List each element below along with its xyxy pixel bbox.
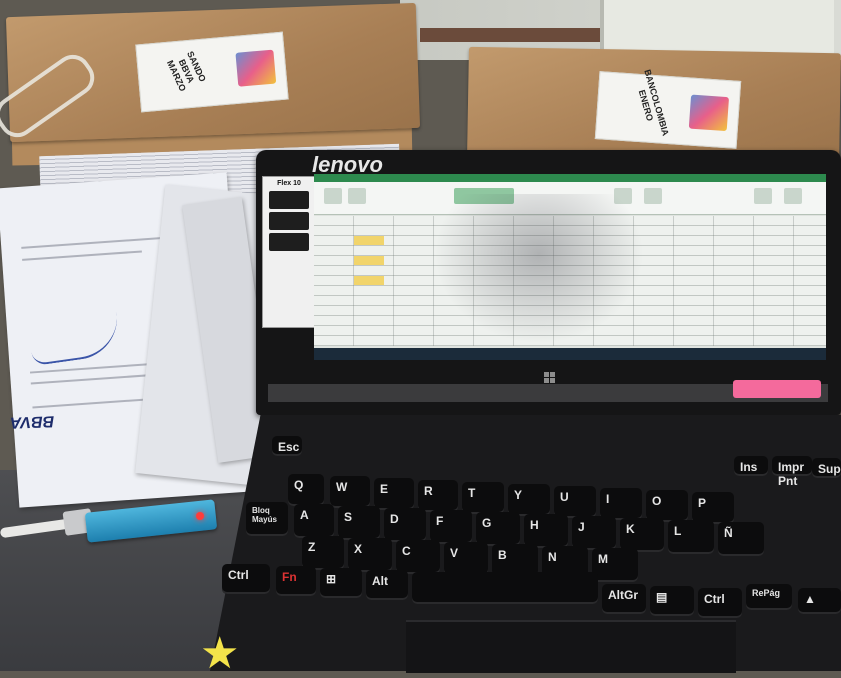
key-q: Q xyxy=(288,474,324,506)
key-alt: Alt xyxy=(366,570,408,600)
ribbon-button xyxy=(784,188,802,204)
text-line xyxy=(22,250,142,261)
key-windows: ⊞ xyxy=(320,568,362,598)
star-sticker: ★ xyxy=(200,629,240,678)
highlighted-cell xyxy=(354,276,384,285)
window-frame xyxy=(600,0,834,55)
key-x: X xyxy=(348,538,392,572)
key-m: M xyxy=(592,548,638,582)
os-badge xyxy=(269,212,309,230)
key-arrow-up: ▲ xyxy=(798,588,841,614)
highlighted-cell xyxy=(354,256,384,265)
government-logo xyxy=(688,94,730,132)
key-ctrl-right: Ctrl xyxy=(698,588,742,618)
spec-sticker: Flex 10 xyxy=(262,176,316,328)
key-ins: Ins xyxy=(734,456,768,476)
key-w: W xyxy=(330,476,370,508)
key-menu: ▤ xyxy=(650,586,694,616)
ribbon-button xyxy=(644,188,662,204)
ribbon-button xyxy=(754,188,772,204)
key-altgr: AltGr xyxy=(602,584,646,614)
key-ctrl-left: Ctrl xyxy=(222,564,270,594)
processor-badge xyxy=(269,191,309,209)
folder-label-right: BANCOLOMBIA ENERO xyxy=(594,68,742,149)
screen-reflection xyxy=(434,194,644,344)
key-l: L xyxy=(668,520,714,554)
laptop-screen xyxy=(314,174,826,360)
bank-logo-text: BBVA xyxy=(9,412,55,431)
highlighted-cell xyxy=(354,236,384,245)
key-a: A xyxy=(294,504,334,538)
folder-label-left-text: SANDO BBVA MARZO xyxy=(164,49,208,93)
key-k: K xyxy=(620,518,664,552)
key-bloq-mayus: Bloq Mayús xyxy=(246,502,288,536)
key-esc: Esc xyxy=(272,436,302,456)
feature-badge xyxy=(269,233,309,251)
key-h: H xyxy=(524,514,568,548)
folder-label-left: SANDO BBVA MARZO xyxy=(135,31,289,113)
key-repag: RePág xyxy=(746,584,792,610)
folder-label-right-text: BANCOLOMBIA ENERO xyxy=(636,68,671,137)
pink-sticker xyxy=(733,380,821,398)
key-z: Z xyxy=(302,536,344,570)
key-j: J xyxy=(572,516,616,550)
key-fn: Fn xyxy=(276,566,316,596)
windows-icon xyxy=(544,372,556,384)
key-e: E xyxy=(374,478,414,510)
led-indicator xyxy=(196,512,204,520)
key-c: C xyxy=(396,540,440,574)
spec-model: Flex 10 xyxy=(277,180,301,187)
wall-stripe xyxy=(420,28,600,42)
key-impr-pnt: Impr Pnt xyxy=(772,456,812,488)
key-v: V xyxy=(444,542,488,576)
key-supr: Supr xyxy=(812,458,841,478)
key-space xyxy=(412,572,598,604)
key-s: S xyxy=(338,506,380,540)
text-line xyxy=(21,236,172,249)
key-r: R xyxy=(418,480,458,512)
key-d: D xyxy=(384,508,426,542)
ribbon-button xyxy=(348,188,366,204)
government-logo xyxy=(235,49,277,87)
ribbon-button xyxy=(324,188,342,204)
touchpad xyxy=(406,620,736,673)
windows-taskbar xyxy=(314,348,826,360)
key-g: G xyxy=(476,512,520,546)
key-f: F xyxy=(430,510,472,544)
key-n-tilde: Ñ xyxy=(718,522,764,556)
